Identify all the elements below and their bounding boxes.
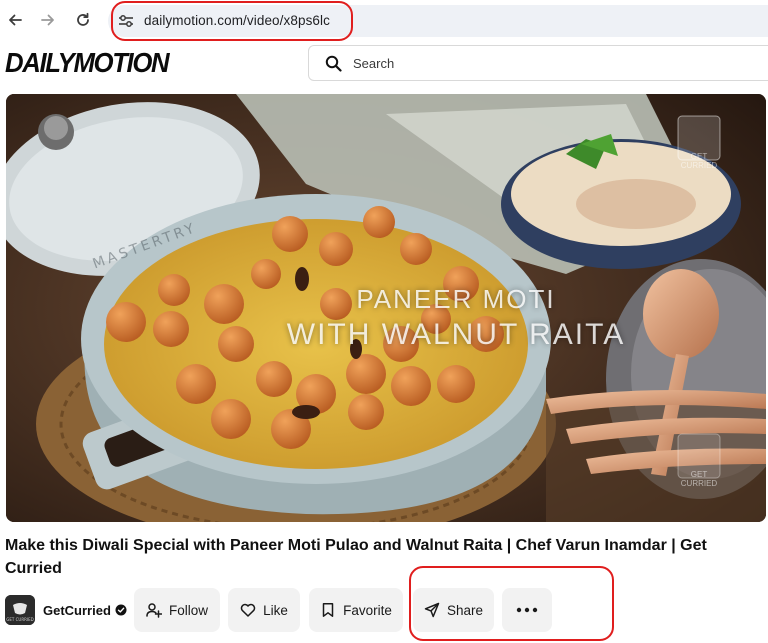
avatar[interactable]: GET CURRIED (5, 595, 35, 625)
bookmark-icon (322, 603, 334, 617)
follow-label: Follow (168, 602, 208, 618)
video-overlay-subtitle: WITH WALNUT RAITA (286, 318, 626, 351)
favorite-label: Favorite (343, 602, 392, 618)
browser-toolbar: dailymotion.com/video/x8ps6lc (0, 0, 768, 42)
channel-watermark: GET CURRIED (680, 152, 718, 170)
reload-icon[interactable] (71, 8, 95, 32)
site-header: DAILYMOTION Search (0, 42, 768, 84)
dailymotion-logo[interactable]: DAILYMOTION (5, 47, 170, 79)
heart-icon (240, 603, 256, 617)
channel-link[interactable]: GET CURRIED GetCurried (5, 595, 127, 625)
like-button[interactable]: Like (228, 588, 300, 632)
verified-badge-icon (115, 604, 127, 616)
address-bar[interactable]: dailymotion.com/video/x8ps6lc (108, 5, 768, 37)
video-title: Make this Diwali Special with Paneer Mot… (5, 537, 707, 577)
svg-text:GET CURRIED: GET CURRIED (6, 617, 33, 622)
like-label: Like (263, 602, 288, 618)
share-label: Share (446, 602, 484, 618)
url-text[interactable]: dailymotion.com/video/x8ps6lc (144, 13, 330, 28)
add-user-icon (146, 603, 162, 618)
channel-watermark-lower: GET CURRIED (680, 470, 718, 488)
more-dots-icon (516, 607, 538, 613)
share-button[interactable]: Share (413, 588, 494, 632)
back-icon[interactable] (3, 8, 27, 32)
video-overlay-title: PANEER MOTI (356, 284, 556, 314)
search-icon (325, 55, 342, 72)
send-icon (424, 602, 440, 618)
more-options-button[interactable] (502, 588, 552, 632)
follow-button[interactable]: Follow (134, 588, 220, 632)
video-player[interactable]: MASTERTRY PANEER MOTI WITH WALNUT RAITA … (6, 94, 766, 522)
search-input[interactable]: Search (308, 45, 768, 81)
search-placeholder: Search (353, 56, 395, 71)
channel-name[interactable]: GetCurried (43, 603, 111, 618)
favorite-button[interactable]: Favorite (309, 588, 403, 632)
forward-icon[interactable] (36, 8, 60, 32)
action-bar: GET CURRIED GetCurried Follow Like Favor… (0, 585, 768, 633)
site-info-icon[interactable] (117, 13, 135, 29)
